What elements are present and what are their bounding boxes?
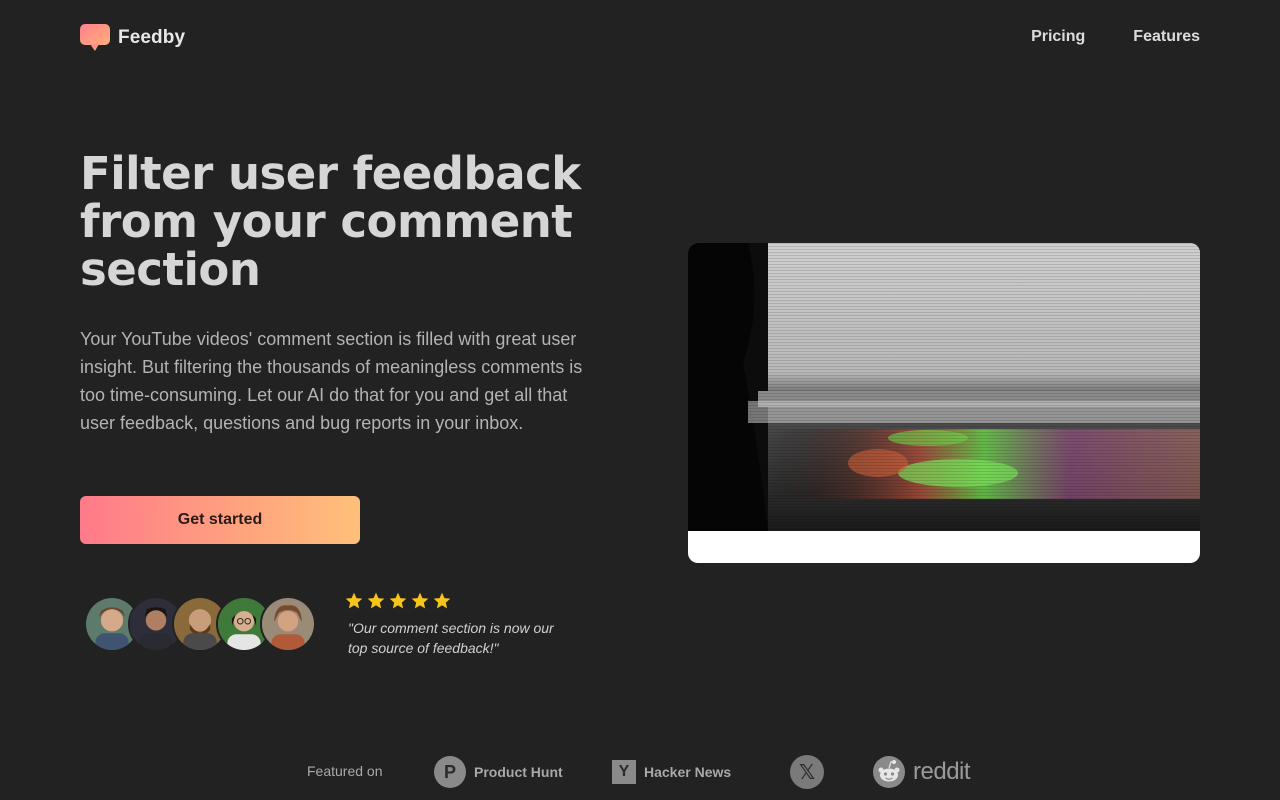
x-link[interactable]: 𝕏 (790, 755, 824, 789)
hero-title: Filter user feedback from your comment s… (80, 147, 581, 296)
featured-on-label: Featured on (307, 763, 383, 779)
speech-bubble-logo-icon (80, 24, 110, 51)
top-nav: Pricing Features (1031, 28, 1200, 46)
star-rating (344, 591, 452, 611)
get-started-button[interactable]: Get started (80, 496, 360, 544)
reddit-link[interactable]: reddit (873, 755, 971, 789)
demo-video-card[interactable] (688, 243, 1200, 563)
hacker-news-link[interactable]: Y Hacker News (612, 755, 731, 789)
avatar (260, 596, 316, 652)
star-icon (345, 592, 363, 609)
star-icon (389, 592, 407, 609)
reddit-label: reddit (913, 758, 971, 785)
hacker-news-icon: Y (612, 760, 636, 784)
brand-name: Feedby (118, 27, 186, 48)
hero-description: Your YouTube videos' comment section is … (80, 329, 583, 433)
reddit-icon (873, 756, 905, 788)
video-player[interactable] (688, 243, 1200, 531)
product-hunt-label: Product Hunt (474, 764, 563, 780)
product-hunt-icon: P (434, 756, 466, 788)
x-icon: 𝕏 (790, 755, 824, 789)
product-hunt-link[interactable]: P Product Hunt (434, 755, 563, 789)
user-avatars (84, 596, 324, 654)
testimonial-quote: "Our comment section is now our top sour… (348, 620, 554, 656)
star-icon (411, 592, 429, 609)
star-icon (433, 592, 451, 609)
hacker-news-label: Hacker News (644, 764, 732, 780)
logo-link[interactable]: Feedby (80, 24, 185, 52)
nav-pricing-link[interactable]: Pricing (1031, 28, 1085, 46)
nav-features-link[interactable]: Features (1133, 28, 1200, 46)
star-icon (367, 592, 385, 609)
